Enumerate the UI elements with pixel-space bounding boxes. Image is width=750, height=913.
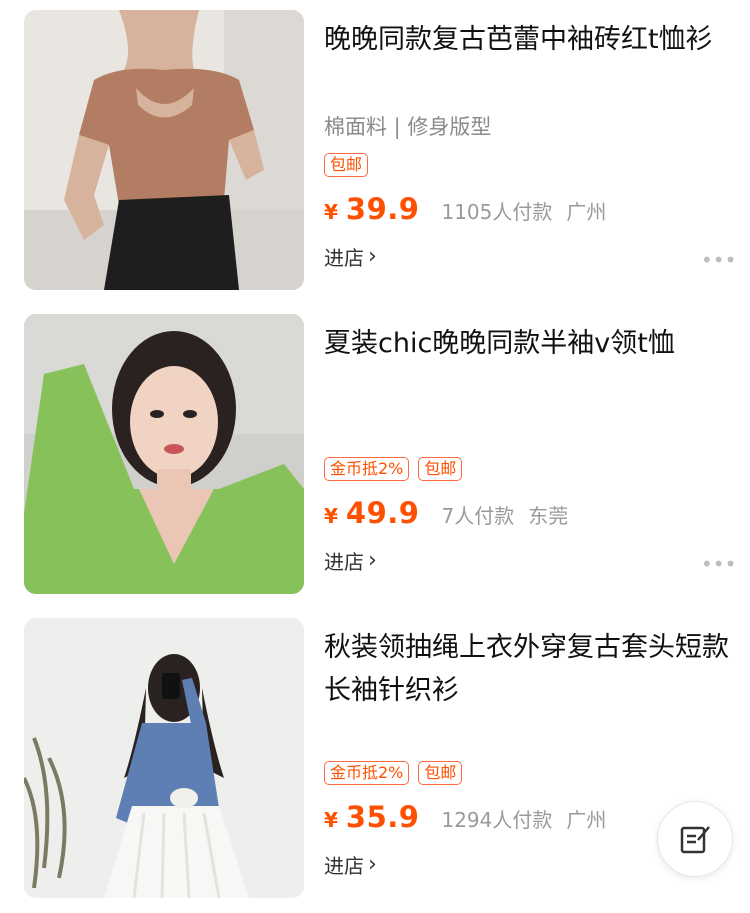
tag-list: 金币抵2% 包邮 (324, 457, 463, 481)
product-photo-blue-cardigan (24, 618, 304, 898)
chevron-right-icon: › (368, 244, 377, 269)
location: 东莞 (528, 504, 569, 528)
sales-count: 1294人付款 (441, 808, 553, 832)
tag-badge: 金币抵2% (324, 457, 410, 481)
sales-count: 7人付款 (441, 504, 515, 528)
enter-shop-link[interactable]: 进店 › (324, 850, 377, 879)
price-row: ¥ 49.9 7人付款 东莞 (324, 496, 568, 530)
product-title[interactable]: 秋装领抽绳上衣外穿复古套头短款长袖针织衫 (324, 626, 730, 712)
currency-symbol: ¥ (324, 200, 338, 224)
product-thumbnail[interactable] (24, 314, 304, 594)
chevron-right-icon: › (368, 852, 377, 877)
product-title[interactable]: 晚晚同款复古芭蕾中袖砖红t恤衫 (324, 18, 730, 61)
enter-shop-label: 进店 (324, 550, 364, 574)
tag-badge: 包邮 (324, 153, 369, 177)
product-title[interactable]: 夏装chic晚晚同款半袖v领t恤 (324, 322, 730, 365)
tag-badge: 包邮 (418, 457, 463, 481)
tag-badge: 金币抵2% (324, 761, 410, 785)
enter-shop-label: 进店 (324, 854, 364, 878)
price-value: 49.9 (345, 496, 420, 530)
price-row: ¥ 35.9 1294人付款 广州 (324, 800, 606, 834)
product-thumbnail[interactable] (24, 10, 304, 290)
currency-symbol: ¥ (324, 808, 338, 832)
location: 广州 (566, 808, 607, 832)
product-card[interactable]: 秋装领抽绳上衣外穿复古套头短款长袖针织衫 金币抵2% 包邮 ¥ 35.9 129… (0, 608, 750, 912)
product-card[interactable]: 夏装chic晚晚同款半袖v领t恤 金币抵2% 包邮 ¥ 49.9 7人付款 东莞… (0, 304, 750, 608)
product-photo-green-top (24, 314, 304, 594)
chevron-right-icon: › (368, 548, 377, 573)
product-thumbnail[interactable] (24, 618, 304, 898)
price-value: 35.9 (345, 800, 420, 834)
tag-list: 包邮 (324, 153, 369, 177)
price-row: ¥ 39.9 1105人付款 广州 (324, 192, 606, 226)
product-card[interactable]: 晚晚同款复古芭蕾中袖砖红t恤衫 棉面料 | 修身版型 包邮 ¥ 39.9 110… (0, 0, 750, 304)
currency-symbol: ¥ (324, 504, 338, 528)
edit-note-button[interactable] (657, 801, 733, 877)
tag-badge: 包邮 (418, 761, 463, 785)
tag-list: 金币抵2% 包邮 (324, 761, 463, 785)
sales-count: 1105人付款 (441, 200, 553, 224)
enter-shop-link[interactable]: 进店 › (324, 546, 377, 575)
location: 广州 (566, 200, 607, 224)
ellipsis-icon[interactable]: ••• (701, 248, 736, 272)
ellipsis-icon[interactable]: ••• (701, 552, 736, 576)
edit-note-icon (680, 826, 710, 854)
enter-shop-label: 进店 (324, 246, 364, 270)
enter-shop-link[interactable]: 进店 › (324, 242, 377, 271)
product-subtitle: 棉面料 | 修身版型 (324, 115, 492, 139)
product-photo-brown-tee (24, 10, 304, 290)
price-value: 39.9 (345, 192, 420, 226)
